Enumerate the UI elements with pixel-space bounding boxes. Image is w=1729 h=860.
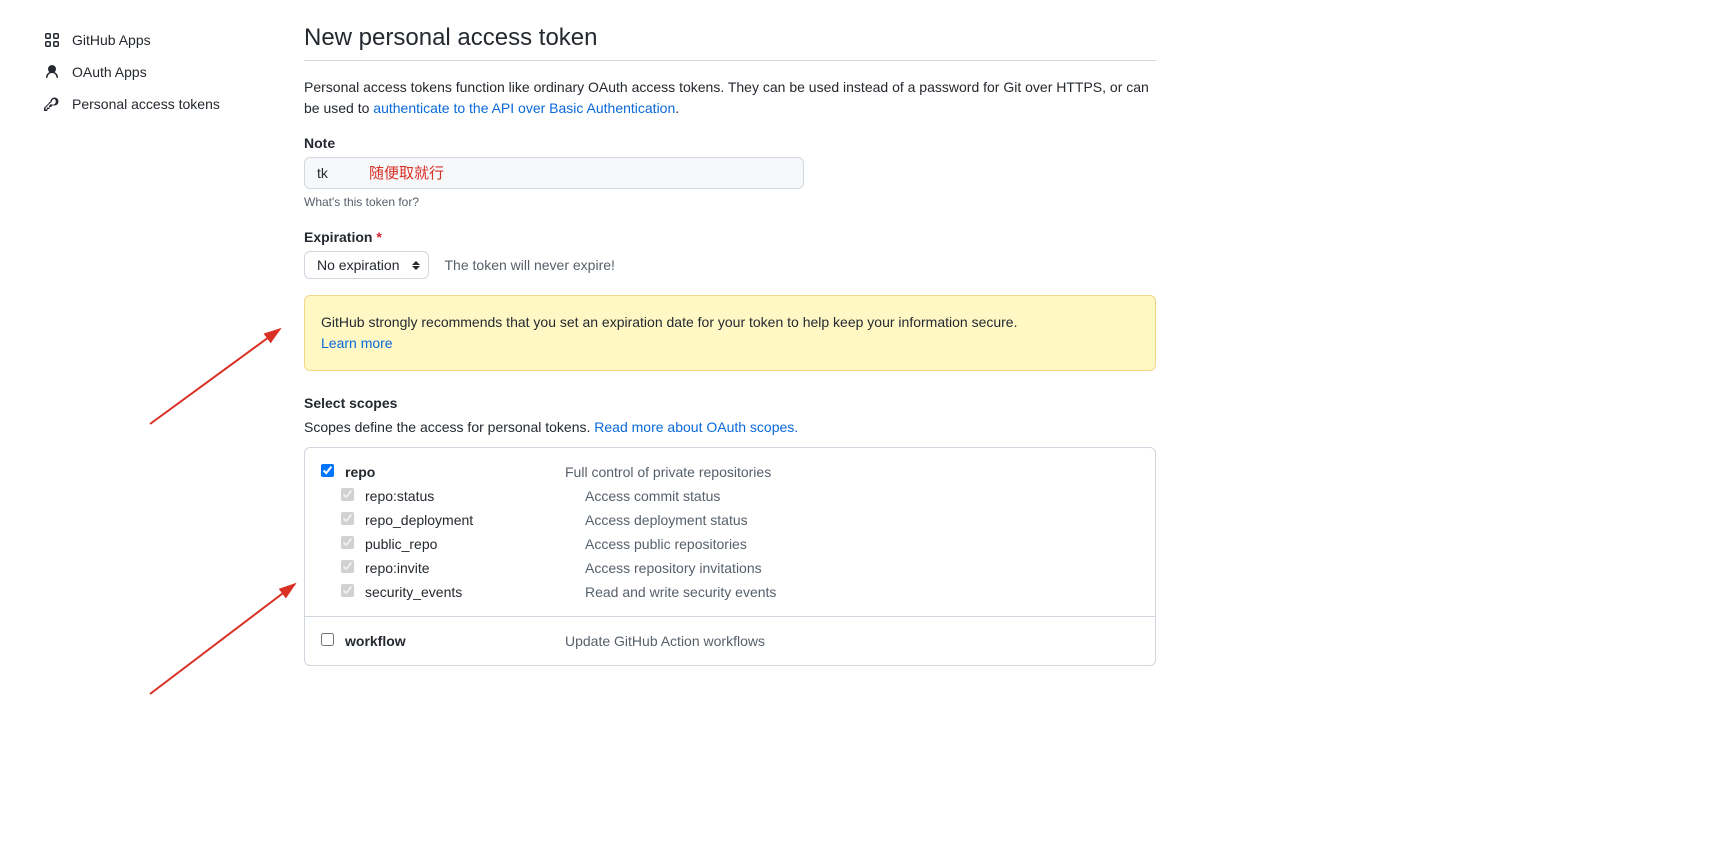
scope-row-repo-deployment: repo_deployment Access deployment status — [321, 508, 1139, 532]
scope-row-workflow: workflow Update GitHub Action workflows — [321, 629, 1139, 653]
scope-label: workflow — [345, 633, 565, 649]
scope-group-workflow: workflow Update GitHub Action workflows — [305, 617, 1155, 665]
key-icon — [44, 96, 60, 112]
sidebar-item-label: GitHub Apps — [72, 32, 151, 48]
scope-row-security-events: security_events Read and write security … — [321, 580, 1139, 604]
scope-checkbox-repo-deployment[interactable] — [341, 512, 354, 525]
auth-api-link[interactable]: authenticate to the API over Basic Authe… — [373, 100, 675, 116]
scope-desc: Full control of private repositories — [565, 464, 1139, 480]
required-indicator: * — [376, 229, 381, 245]
expiration-label: Expiration * — [304, 229, 1156, 245]
sidebar-item-personal-access-tokens[interactable]: Personal access tokens — [32, 88, 264, 120]
sidebar: GitHub Apps OAuth Apps Personal access t… — [0, 24, 280, 666]
select-caret-icon — [412, 261, 420, 270]
apps-icon — [44, 32, 60, 48]
scope-checkbox-repo-status[interactable] — [341, 488, 354, 501]
scope-desc: Access commit status — [585, 488, 1139, 504]
sidebar-item-label: Personal access tokens — [72, 96, 220, 112]
scope-desc: Read and write security events — [585, 584, 1139, 600]
scope-label: repo — [345, 464, 565, 480]
warning-learn-more-link[interactable]: Learn more — [321, 335, 393, 351]
scope-row-repo-invite: repo:invite Access repository invitation… — [321, 556, 1139, 580]
scope-row-repo: repo Full control of private repositorie… — [321, 460, 1139, 484]
person-icon — [44, 64, 60, 80]
scope-desc: Access repository invitations — [585, 560, 1139, 576]
scope-label: repo:invite — [365, 560, 585, 576]
scope-row-public-repo: public_repo Access public repositories — [321, 532, 1139, 556]
scopes-table: repo Full control of private repositorie… — [304, 447, 1156, 666]
main-content: New personal access token Personal acces… — [280, 24, 1180, 666]
scope-checkbox-repo-invite[interactable] — [341, 560, 354, 573]
page-description: Personal access tokens function like ord… — [304, 77, 1156, 119]
sidebar-item-oauth-apps[interactable]: OAuth Apps — [32, 56, 264, 88]
page-title: New personal access token — [304, 24, 1156, 61]
note-input[interactable] — [304, 157, 804, 189]
scope-label: repo_deployment — [365, 512, 585, 528]
scopes-doc-link[interactable]: Read more about OAuth scopes. — [594, 419, 798, 435]
scope-desc: Access public repositories — [585, 536, 1139, 552]
scope-checkbox-repo[interactable] — [321, 464, 334, 477]
scope-checkbox-security-events[interactable] — [341, 584, 354, 597]
scope-row-repo-status: repo:status Access commit status — [321, 484, 1139, 508]
scope-label: security_events — [365, 584, 585, 600]
scope-checkbox-public-repo[interactable] — [341, 536, 354, 549]
scopes-description: Scopes define the access for personal to… — [304, 419, 1156, 435]
scope-desc: Update GitHub Action workflows — [565, 633, 1139, 649]
expiration-hint: The token will never expire! — [445, 257, 615, 273]
scope-desc: Access deployment status — [585, 512, 1139, 528]
sidebar-item-label: OAuth Apps — [72, 64, 147, 80]
scope-checkbox-workflow[interactable] — [321, 633, 334, 646]
expiration-select[interactable]: No expiration — [304, 251, 429, 279]
note-label: Note — [304, 135, 1156, 151]
scope-group-repo: repo Full control of private repositorie… — [305, 448, 1155, 617]
note-help-text: What's this token for? — [304, 195, 1156, 209]
scope-label: repo:status — [365, 488, 585, 504]
expiration-warning: GitHub strongly recommends that you set … — [304, 295, 1156, 371]
sidebar-item-github-apps[interactable]: GitHub Apps — [32, 24, 264, 56]
scopes-heading: Select scopes — [304, 395, 1156, 411]
scope-label: public_repo — [365, 536, 585, 552]
